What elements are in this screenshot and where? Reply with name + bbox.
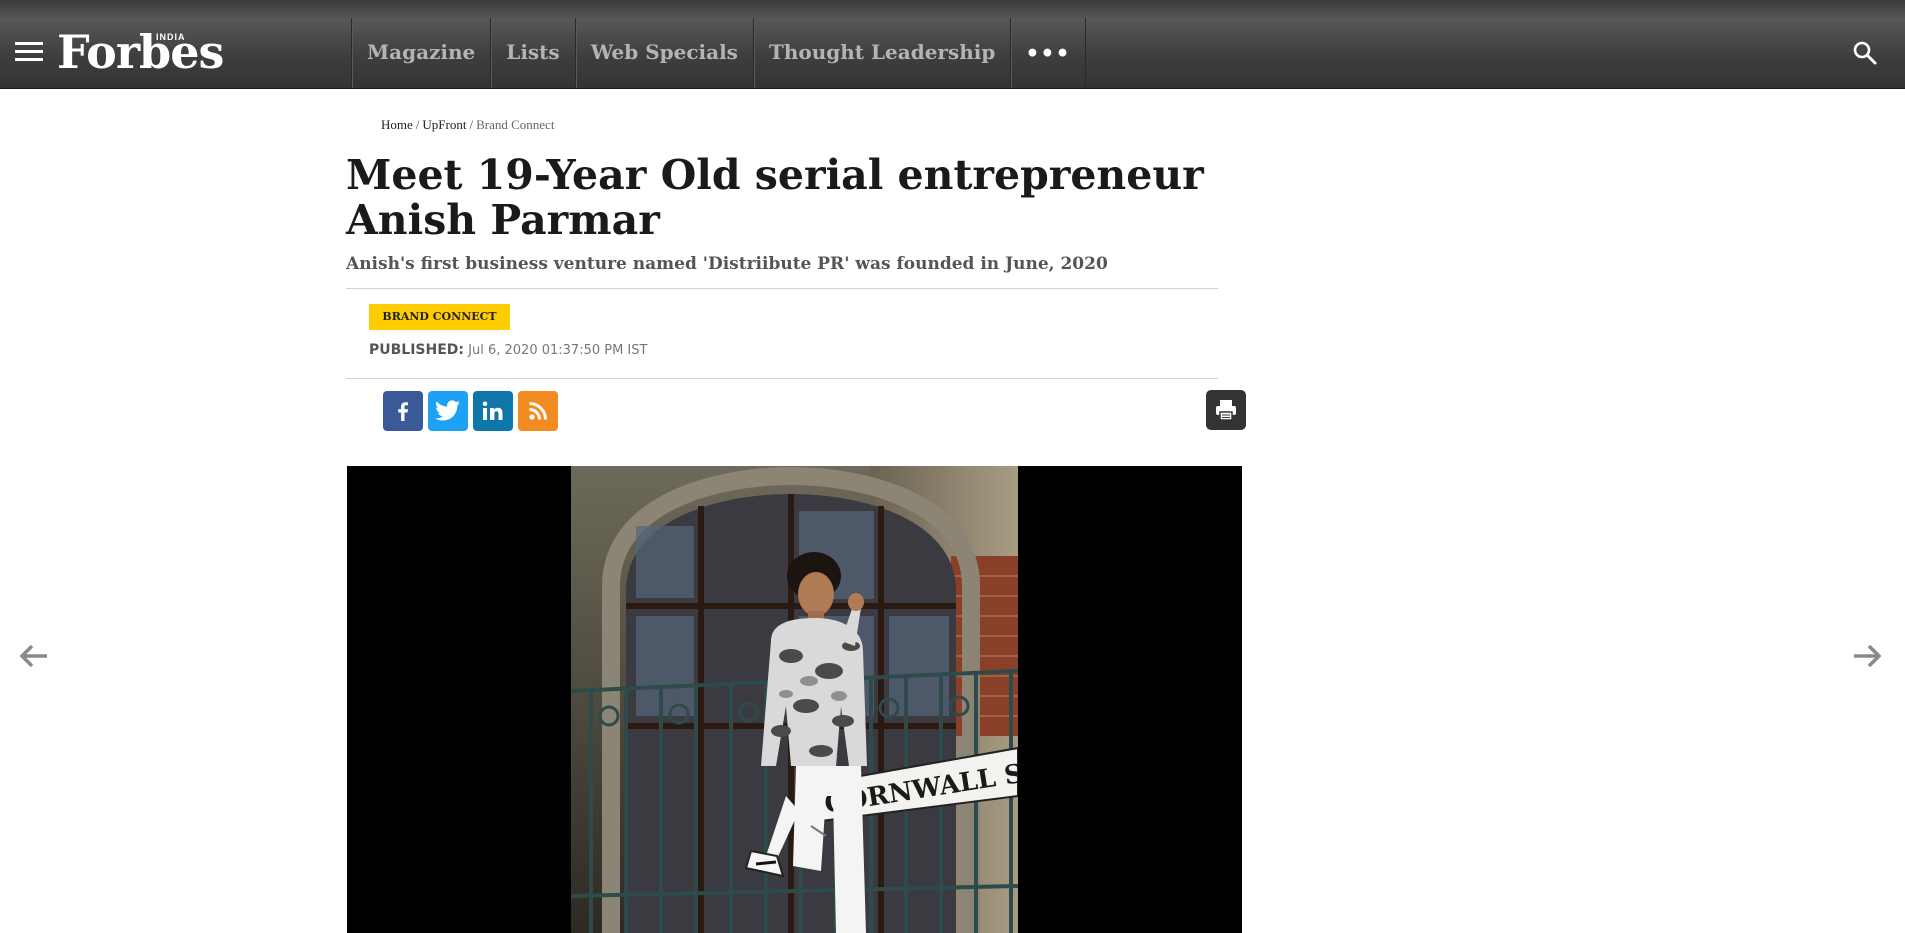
forbes-logo[interactable]: Forbes	[57, 24, 224, 80]
share-bar	[383, 391, 558, 431]
breadcrumb-upfront[interactable]: UpFront	[422, 117, 466, 132]
divider	[346, 378, 1218, 379]
breadcrumb-separator: /	[469, 117, 474, 132]
category-tag[interactable]: BRAND CONNECT	[369, 304, 510, 330]
article-subtitle: Anish's first business venture named 'Di…	[346, 254, 1108, 274]
more-menu-icon[interactable]: •••	[1011, 18, 1086, 88]
hero-image: CORNWALL ST	[347, 466, 1242, 933]
breadcrumb: Home / UpFront / Brand Connect	[381, 117, 554, 133]
hero-photo: CORNWALL ST	[571, 466, 1018, 933]
facebook-icon[interactable]	[383, 391, 423, 431]
published-info: PUBLISHED: Jul 6, 2020 01:37:50 PM IST	[369, 342, 647, 358]
next-article-arrow-icon[interactable]	[1851, 642, 1883, 670]
breadcrumb-home[interactable]: Home	[381, 117, 413, 132]
search-icon[interactable]	[1852, 40, 1878, 66]
linkedin-icon[interactable]	[473, 391, 513, 431]
browser-top-strip	[0, 0, 1905, 18]
logo-edition-label: INDIA	[156, 32, 186, 42]
nav-item-lists[interactable]: Lists	[491, 18, 576, 88]
breadcrumb-current: Brand Connect	[476, 117, 555, 132]
previous-article-arrow-icon[interactable]	[18, 642, 50, 670]
hamburger-icon[interactable]	[15, 42, 43, 64]
twitter-icon[interactable]	[428, 391, 468, 431]
nav-item-magazine[interactable]: Magazine	[352, 18, 492, 88]
published-date: Jul 6, 2020 01:37:50 PM IST	[468, 343, 648, 358]
print-icon[interactable]	[1206, 390, 1246, 430]
article-title: Meet 19-Year Old serial entrepreneur Ani…	[346, 151, 1204, 244]
published-label: PUBLISHED:	[369, 342, 465, 358]
main-nav: Magazine Lists Web Specials Thought Lead…	[351, 18, 1086, 88]
nav-item-thought-leadership[interactable]: Thought Leadership	[754, 18, 1012, 88]
divider	[346, 288, 1218, 289]
breadcrumb-separator: /	[415, 117, 420, 132]
site-header: Forbes INDIA Magazine Lists Web Specials…	[0, 18, 1905, 89]
rss-icon[interactable]	[518, 391, 558, 431]
nav-item-web-specials[interactable]: Web Specials	[576, 18, 754, 88]
